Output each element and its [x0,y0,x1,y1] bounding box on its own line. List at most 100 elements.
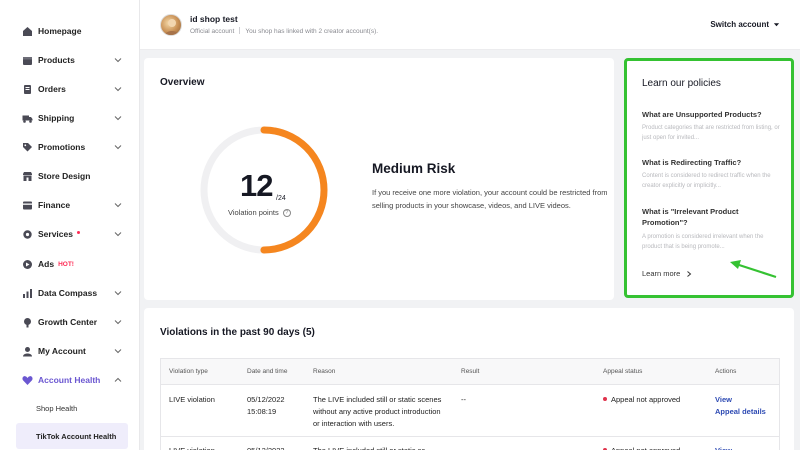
date-cell: 05/12/2022 [247,445,285,450]
chevron-down-icon [114,116,122,121]
table-row: LIVE violation 05/12/2022 15:08:19 The L… [161,385,779,437]
sidebar-item-label: Orders [38,84,66,94]
date-cell: 05/12/2022 [247,395,285,404]
chevron-right-icon [687,270,692,277]
column-header: Violation type [169,368,208,375]
store-icon [22,171,33,182]
box-icon [22,55,33,66]
sidebar-item-services[interactable]: Services [0,220,136,248]
sidebar-subitem-tiktok-account-health[interactable]: TikTok Account Health [16,423,128,449]
shop-name: id shop test [190,14,238,24]
reason-cell: The LIVE included still or static sc [313,445,425,450]
linked-accounts-text: You shop has linked with 2 creator accou… [245,28,379,35]
chevron-down-icon [114,320,122,325]
actions-cell: View Appeal details [715,394,766,418]
switch-account-button[interactable]: Switch account [710,20,780,29]
sidebar-item-orders[interactable]: Orders [0,75,136,103]
violation-type-cell: LIVE violation [169,445,215,450]
shop-avatar[interactable] [160,14,182,36]
hot-badge: HOT! [58,260,74,268]
sidebar-item-label: Finance [38,200,71,210]
column-header: Actions [715,368,737,375]
view-link[interactable]: View [715,394,766,406]
annotation-arrow-icon [730,260,777,279]
policy-answer-irrelevant-promotion: A promotion is considered irrelevant whe… [642,234,764,250]
sidebar-item-my-account[interactable]: My Account [0,337,136,365]
sidebar-item-label: Store Design [38,171,91,181]
chart-icon [22,288,33,299]
sidebar-item-label: Promotions [38,142,86,152]
sidebar-item-products[interactable]: Products [0,46,136,74]
time-cell: 15:08:19 [247,407,277,416]
sidebar-item-label: Ads [38,259,55,269]
sidebar: Homepage Products Orders Shipping Promotions… [0,0,140,450]
reason-cell: The LIVE included still or static scenes… [313,395,442,428]
truck-icon [22,113,33,124]
status-dot-icon [603,397,607,401]
chevron-down-icon [114,58,122,63]
chevron-up-icon [114,377,122,382]
risk-description: If you receive one more violation, your … [372,188,608,210]
learn-more-link[interactable]: Learn more [642,269,692,278]
sidebar-item-ads[interactable]: Ads HOT! [0,250,136,278]
violation-points-max: /24 [276,195,286,202]
sidebar-item-label: Data Compass [38,288,98,298]
table-header: Violation type Date and time Reason Resu… [161,359,779,385]
chevron-down-icon [114,145,122,150]
risk-level-title: Medium Risk [372,161,456,176]
violations-card: Violations in the past 90 days (5) Viola… [144,308,794,450]
chevron-down-icon [114,349,122,354]
view-link[interactable]: View [715,445,732,450]
result-cell: -- [461,395,466,404]
appeal-status-cell: Appeal not approved [603,394,680,406]
services-icon [22,229,33,240]
overview-title: Overview [160,77,205,88]
chevron-down-icon [114,87,122,92]
sidebar-item-promotions[interactable]: Promotions [0,133,136,161]
sidebar-item-growth-center[interactable]: Growth Center [0,308,136,336]
column-header: Date and time [247,368,288,375]
caret-down-icon [773,23,780,27]
sidebar-item-label: Growth Center [38,317,98,327]
switch-account-label: Switch account [710,20,769,29]
policy-question-unsupported-products[interactable]: What are Unsupported Products? [642,109,782,120]
appeal-status-label: Appeal not approved [611,446,680,450]
column-header: Reason [313,368,336,375]
policy-answer-redirecting-traffic: Content is considered to redirect traffi… [642,173,771,189]
chevron-down-icon [114,232,122,237]
user-icon [22,346,33,357]
policies-title: Learn our policies [642,78,721,89]
account-type: Official account [190,28,235,35]
learn-more-label: Learn more [642,269,681,278]
orders-icon [22,84,33,95]
violations-title: Violations in the past 90 days (5) [160,327,315,338]
violation-type-cell: LIVE violation [169,395,215,404]
sidebar-item-label: My Account [38,346,86,356]
violations-table: Violation type Date and time Reason Resu… [160,358,780,450]
sidebar-item-finance[interactable]: Finance [0,191,136,219]
sidebar-item-label: Shipping [38,113,75,123]
sidebar-item-store-design[interactable]: Store Design [0,162,136,190]
table-row: LIVE violation 05/12/2022 The LIVE inclu… [161,438,779,450]
finance-icon [22,200,33,211]
growth-icon [22,317,33,328]
policy-answer-unsupported-products: Product categories that are restricted f… [642,125,780,141]
sidebar-item-account-health[interactable]: Account Health [0,366,136,394]
divider [239,27,241,34]
violation-points-value: 12 [240,168,273,203]
sidebar-item-shipping[interactable]: Shipping [0,104,136,132]
shop-subtitle: Official account You shop has linked with… [190,27,378,35]
ads-icon [22,259,33,270]
sidebar-item-label: Services [38,229,73,239]
appeal-details-link[interactable]: Appeal details [715,406,766,418]
notification-dot-icon [76,231,80,234]
sidebar-subitem-shop-health[interactable]: Shop Health [16,395,128,421]
appeal-status-label: Appeal not approved [611,395,681,404]
tag-icon [22,142,33,153]
policy-question-irrelevant-promotion[interactable]: What is "Irrelevant Product Promotion"? [642,206,782,228]
sidebar-item-homepage[interactable]: Homepage [0,17,136,45]
chevron-down-icon [114,203,122,208]
sidebar-item-data-compass[interactable]: Data Compass [0,279,136,307]
policy-question-redirecting-traffic[interactable]: What is Redirecting Traffic? [642,157,782,168]
help-icon[interactable]: ? [282,208,291,217]
